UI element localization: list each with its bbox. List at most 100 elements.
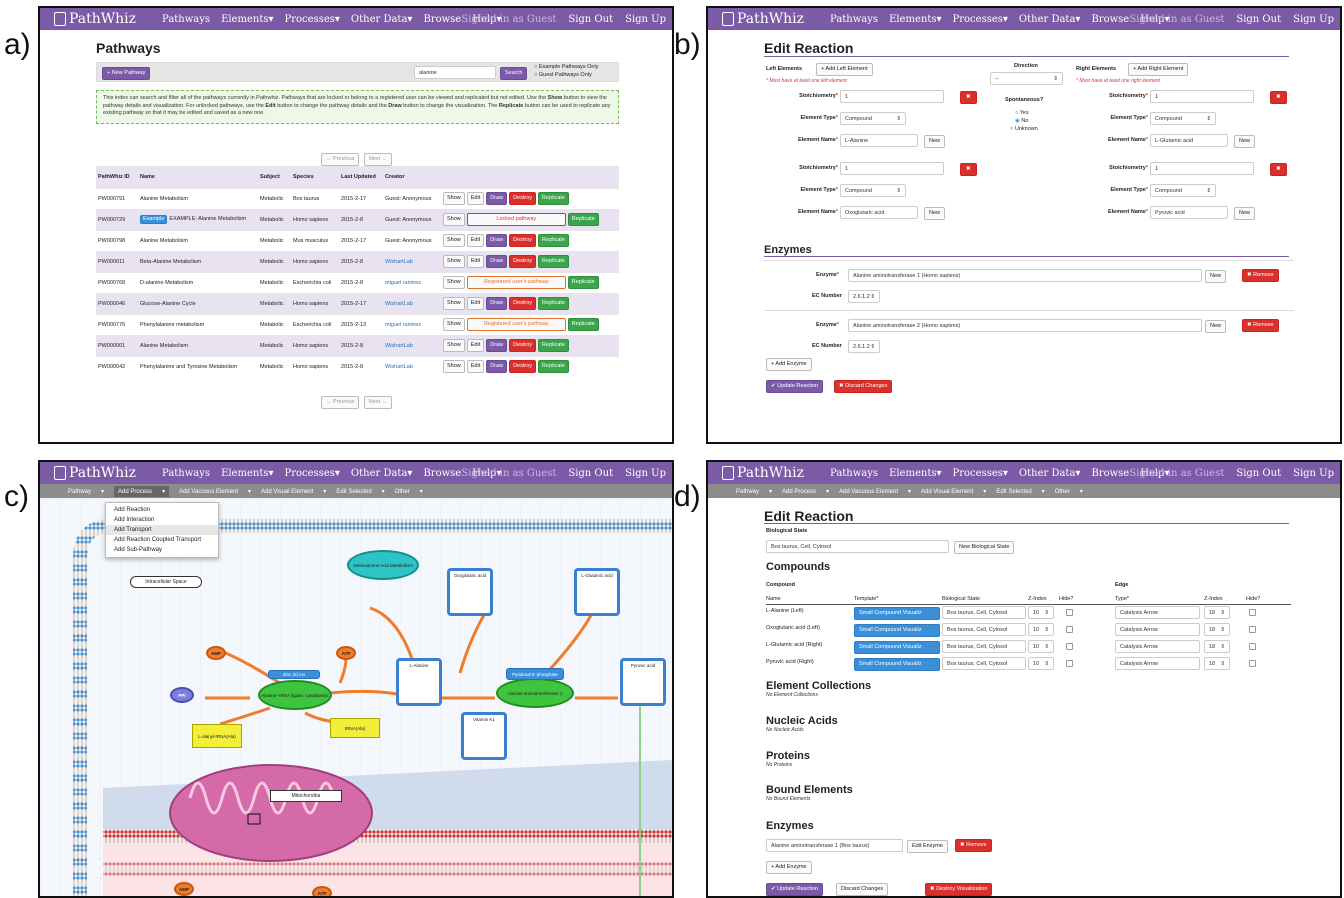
replicate-button[interactable]: Replicate [567,213,599,226]
alanine-trna-ligase-node[interactable]: Alanine--tRNA ligase, cytoplasmic [258,680,332,710]
pathway-name[interactable]: D-alanine Metabolism [138,271,258,293]
draw-button[interactable]: Draw [486,192,508,205]
ec-number-select[interactable]: 2.6.1.2 ⇕ [848,290,880,303]
edge-type-select[interactable]: Catalysis Arrow [1115,623,1200,636]
bio-state-input[interactable]: Bos taurus, Cell, Cytosol [766,540,949,553]
menu-item-add-sub-pathway[interactable]: Add Sub-Pathway [106,545,218,555]
element-type-select[interactable]: Compound ⇕ [840,184,906,197]
pyruvic-node[interactable]: Pyruvic acid [620,658,666,706]
edge-hide-checkbox[interactable] [1249,643,1256,650]
nav-other-data[interactable]: Other Data▾ [1019,468,1081,479]
pathway-name[interactable]: Alanine Metabolism [138,334,258,356]
logo[interactable]: PathWhiz [722,11,804,27]
previous-button[interactable]: ← Previous [321,153,360,166]
bio-state-field[interactable]: Bos taurus, Cell, Cytosol [942,657,1026,670]
pathway-name[interactable]: Glucose-Alanine Cycle [138,292,258,314]
menu-add-process[interactable]: Add Process ▾ [782,488,829,495]
nav-processes[interactable]: Processes▾ [285,468,340,479]
element-type-select[interactable]: Compound ⇕ [840,112,906,125]
stoichiometry-input[interactable]: 1 [840,162,944,175]
show-button[interactable]: Show [443,234,465,247]
discard-changes-button[interactable]: ✖ Discard Changes [834,380,893,393]
sign-out-link[interactable]: Sign Out [1236,14,1281,25]
sign-up-link[interactable]: Sign Up [1293,14,1334,25]
zinc-tag[interactable]: Zinc (II) ion [268,670,320,679]
destroy-button[interactable]: Destroy [509,360,537,374]
menu-add-visual[interactable]: Add Visual Element ▾ [921,488,986,495]
z-index-select[interactable]: 10 ⇕ [1028,623,1054,636]
enzyme-input[interactable]: Alanine aminotransferase 1 (Homo sapiens… [848,269,1202,282]
update-reaction-button[interactable]: ✔ Update Reaction [766,883,824,896]
edge-type-select[interactable]: Catalysis Arrow [1115,640,1200,653]
search-button[interactable]: Search [500,67,528,80]
destroy-button[interactable]: Destroy [509,192,537,205]
remove-enzyme-button[interactable]: ✖ Remove [1242,319,1279,332]
nav-other-data[interactable]: Other Data▾ [1019,14,1081,25]
radio-yes[interactable]: ○ Yes [1015,110,1029,116]
add-right-element-button[interactable]: + Add Right Element [1128,63,1189,76]
next-button-bottom[interactable]: Next → [363,396,393,409]
show-button[interactable]: Show [443,297,465,310]
edit-button[interactable]: Edit [466,255,485,268]
alanine-aminotransferase-node[interactable]: Alanine aminotransferase 1 [496,678,574,708]
hide-checkbox[interactable] [1066,626,1073,633]
destroy-button[interactable]: Destroy [509,255,537,268]
element-name-input[interactable]: Pyruvic acid [1150,206,1228,219]
radio-example[interactable]: ○ Example Pathways Only [534,64,598,70]
remove-enzyme-button[interactable]: ✖ Remove [955,839,992,852]
remove-element-button[interactable]: ✖ [1270,163,1287,176]
menu-pathway[interactable]: Pathway ▾ [736,488,772,495]
add-enzyme-button[interactable]: + Add Enzyme [766,358,812,371]
menu-other[interactable]: Other ▾ [1055,488,1083,495]
edit-enzyme-button[interactable]: Edit Enzyme [907,840,948,853]
sign-up-link[interactable]: Sign Up [1293,468,1334,479]
pathway-name[interactable]: Phenylalanine and Tyrosine Metabolism [138,355,258,377]
next-button[interactable]: Next → [363,153,393,166]
radio-no[interactable]: ◉ No [1015,118,1028,124]
edge-hide-checkbox[interactable] [1249,626,1256,633]
nav-other-data[interactable]: Other Data▾ [351,14,413,25]
sign-out-link[interactable]: Sign Out [1236,468,1281,479]
atp-node[interactable]: ATP [336,646,356,660]
menu-item-add-interaction[interactable]: Add Interaction [106,515,218,525]
element-name-input[interactable]: Oxoglutaric acid [840,206,918,219]
sign-out-link[interactable]: Sign Out [568,14,613,25]
amp-node[interactable]: AMP [206,646,226,660]
hide-checkbox[interactable] [1066,609,1073,616]
z-index-select[interactable]: 10 ⇕ [1028,640,1054,653]
show-button[interactable]: Show [443,192,465,205]
element-name-input[interactable]: L-Glutamic acid [1150,134,1228,147]
edit-button[interactable]: Edit [466,234,485,247]
menu-other[interactable]: Other ▾ [395,488,423,495]
sign-up-link[interactable]: Sign Up [625,14,666,25]
show-button[interactable]: Show [443,339,465,352]
pathway-creator[interactable]: miguel ramirez [383,313,441,335]
search-input[interactable]: alanine [414,66,496,79]
discard-changes-button[interactable]: Discard Changes [836,883,889,896]
menu-edit-selected[interactable]: Edit Selected ▾ [996,488,1044,495]
bio-state-field[interactable]: Bos taurus, Cell, Cytosol [942,640,1026,653]
new-element-button[interactable]: New [1234,207,1256,220]
remove-element-button[interactable]: ✖ [960,163,977,176]
sign-out-link[interactable]: Sign Out [568,468,613,479]
nav-processes[interactable]: Processes▾ [285,14,340,25]
pathway-creator[interactable]: WishartLab [383,355,441,377]
seleno-node[interactable]: Selenoamine Acid Metabolism [347,550,419,580]
previous-button-bottom[interactable]: ← Previous [321,396,360,409]
menu-add-vacuous[interactable]: Add Vacuous Element ▾ [839,488,911,495]
lalanyl-trna-node[interactable]: L-alanyl-tRNA(Ala) [192,724,242,748]
nav-pathways[interactable]: Pathways [162,14,210,25]
element-type-select[interactable]: Compound ⇕ [1150,184,1216,197]
direction-select[interactable]: -- ⇕ [990,72,1063,85]
edge-z-index-select[interactable]: 18 ⇕ [1204,657,1230,670]
alanine-node[interactable]: L-Alanine [396,658,442,706]
edge-type-select[interactable]: Catalysis Arrow [1115,657,1200,670]
menu-add-visual[interactable]: Add Visual Element ▾ [261,488,326,495]
hide-checkbox[interactable] [1066,660,1073,667]
enzyme-input[interactable]: Alanine aminotransferase 1 (Bos taurus) [766,839,903,852]
logo[interactable]: PathWhiz [54,465,136,481]
pathway-name[interactable]: Beta-Alanine Metabolism [138,250,258,272]
nav-pathways[interactable]: Pathways [830,14,878,25]
edge-z-index-select[interactable]: 18 ⇕ [1204,623,1230,636]
add-enzyme-button[interactable]: + Add Enzyme [766,861,812,874]
